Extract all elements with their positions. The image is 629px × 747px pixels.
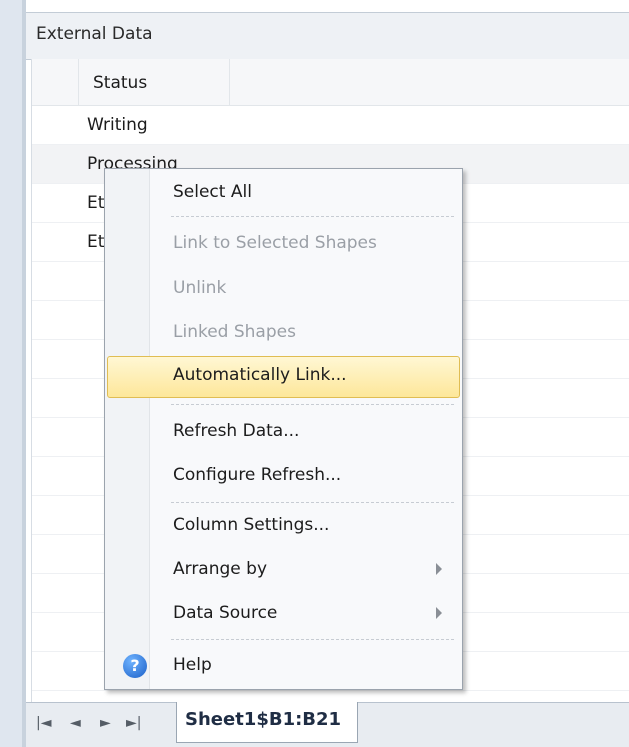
menu-item-label: Help <box>173 655 212 675</box>
menu-item-label: Data Source <box>173 603 278 623</box>
pane-title: External Data <box>36 24 153 44</box>
menu-item-automatically-link[interactable]: Automatically Link... <box>107 356 460 398</box>
menu-item-data-source[interactable]: Data Source <box>107 594 460 634</box>
menu-item-column-settings[interactable]: Column Settings... <box>107 506 460 546</box>
cell-status: Et <box>87 232 105 252</box>
menu-item-arrange-by[interactable]: Arrange by <box>107 550 460 590</box>
cell-status: Et <box>87 193 105 213</box>
menu-item-label: Automatically Link... <box>173 365 347 385</box>
column-header-label: Status <box>93 73 148 93</box>
menu-item-label: Refresh Data... <box>173 421 300 441</box>
next-sheet-icon[interactable]: ► <box>100 715 111 731</box>
left-frame-strip <box>0 0 22 747</box>
menu-item-unlink[interactable]: Unlink <box>107 269 460 309</box>
context-menu: Select All Link to Selected Shapes Unlin… <box>104 168 463 690</box>
sheet-tab-bar: |◄ ◄ ► ►| Sheet1$B1:B21 <box>26 702 629 747</box>
menu-item-label: Link to Selected Shapes <box>173 233 377 253</box>
menu-item-configure-refresh[interactable]: Configure Refresh... <box>107 456 460 496</box>
column-header-status[interactable]: Status <box>79 59 230 105</box>
help-icon: ? <box>123 654 147 678</box>
previous-sheet-icon[interactable]: ◄ <box>70 715 81 731</box>
menu-item-label: Linked Shapes <box>173 322 296 342</box>
menu-item-label: Select All <box>173 182 252 202</box>
sheet-tab-label: Sheet1$B1:B21 <box>185 709 342 730</box>
menu-separator <box>171 502 454 503</box>
menu-item-label: Arrange by <box>173 559 268 579</box>
menu-item-label: Column Settings... <box>173 515 330 535</box>
menu-separator <box>171 404 454 405</box>
menu-separator <box>171 639 454 640</box>
sheet-tab[interactable]: Sheet1$B1:B21 <box>176 702 358 743</box>
menu-item-select-all[interactable]: Select All <box>107 173 460 213</box>
menu-separator <box>171 216 454 217</box>
submenu-arrow-icon <box>436 607 442 619</box>
submenu-arrow-icon <box>436 563 442 575</box>
first-sheet-icon[interactable]: |◄ <box>36 715 51 731</box>
menu-item-label: Configure Refresh... <box>173 465 342 485</box>
table-row[interactable]: Writing <box>32 106 629 145</box>
menu-item-link-to-selected-shapes[interactable]: Link to Selected Shapes <box>107 224 460 264</box>
last-sheet-icon[interactable]: ►| <box>126 715 141 731</box>
menu-item-help[interactable]: ? Help <box>107 646 460 686</box>
row-selector-header[interactable] <box>32 59 79 105</box>
cell-status: Writing <box>87 115 148 135</box>
menu-item-refresh-data[interactable]: Refresh Data... <box>107 412 460 452</box>
column-header-row: Status <box>32 59 629 106</box>
menu-item-label: Unlink <box>173 278 227 298</box>
pane-header: External Data <box>26 12 629 60</box>
menu-item-linked-shapes[interactable]: Linked Shapes <box>107 313 460 353</box>
